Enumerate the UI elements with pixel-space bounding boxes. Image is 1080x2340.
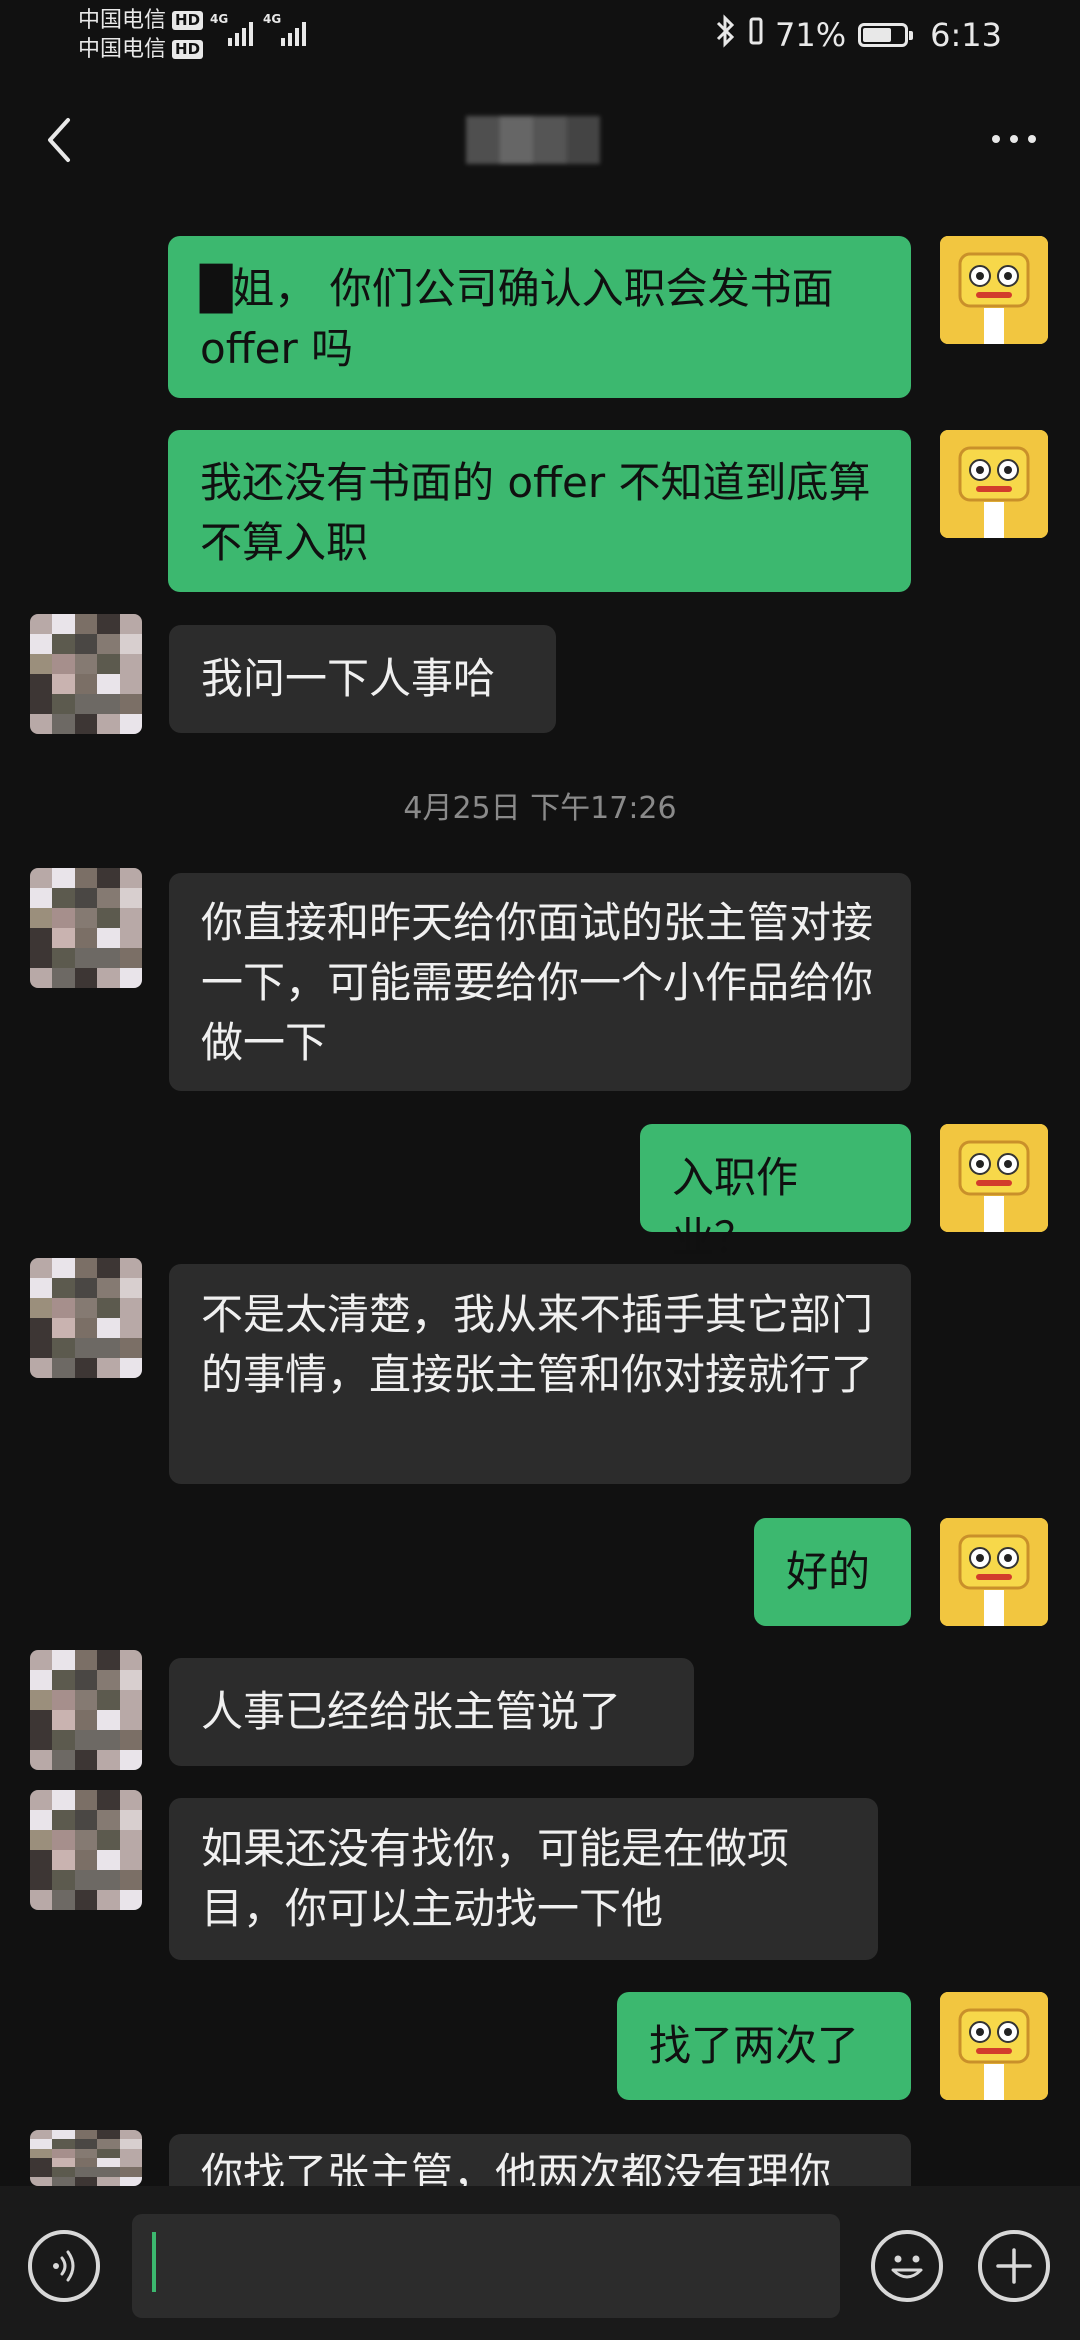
message-text: 不是太清楚，我从来不插手其它部门的事情，直接张主管和你对接就行了 (201, 1290, 874, 1399)
message-text: 找了两次了 (649, 2021, 860, 2070)
signal-1-icon: 4G (210, 12, 253, 46)
message-bubble-received[interactable]: 我问一下人事哈 (169, 625, 556, 733)
network-type-1: 4G (210, 12, 229, 26)
emoji-button[interactable] (871, 2230, 943, 2302)
more-dots-icon (992, 135, 1000, 143)
carrier-block: 中国电信 HD 中国电信 HD (78, 6, 204, 64)
voice-icon (53, 2250, 75, 2282)
message-text: 人事已经给张主管说了 (201, 1687, 622, 1736)
voice-button[interactable] (28, 2230, 100, 2302)
toy-avatar-icon (940, 1124, 1048, 1232)
message-bubble-sent[interactable]: 我还没有书面的 offer 不知道到底算不算入职 (168, 430, 911, 592)
signal-2-icon: 4G (263, 12, 306, 46)
hd-badge-2: HD (172, 40, 204, 59)
toy-avatar-icon (940, 1518, 1048, 1626)
message-bubble-sent[interactable]: 找了两次了 (617, 1992, 911, 2100)
message-timestamp: 4月25日 下午17:26 (403, 791, 677, 826)
contact-name-redacted (466, 116, 600, 164)
status-right: 71% 6:13 (715, 14, 1002, 56)
clock-time: 6:13 (930, 16, 1002, 54)
message-bubble-received[interactable]: 你找了张主管，他两次都没有理你 (169, 2134, 911, 2186)
chat-header (0, 90, 1080, 190)
my-avatar[interactable] (940, 1124, 1048, 1232)
message-text: 好的 (786, 1547, 871, 1596)
text-cursor (152, 2232, 156, 2292)
carrier-line-2: 中国电信 HD (78, 35, 204, 64)
message-text: 你直接和昨天给你面试的张主管对接一下，可能需要给你一个小作品给你做一下 (201, 898, 874, 1067)
battery-level (863, 28, 892, 42)
contact-avatar[interactable] (30, 614, 142, 734)
message-bubble-sent[interactable]: 入职作业？ (640, 1124, 911, 1262)
my-avatar[interactable] (940, 1518, 1048, 1626)
message-text: 入职作业？ (672, 1153, 799, 1262)
message-text: 你找了张主管，他两次都没有理你 (201, 2149, 832, 2186)
message-bubble-received[interactable]: 人事已经给张主管说了 (169, 1658, 694, 1766)
plus-icon (996, 2248, 1032, 2284)
status-bar: 中国电信 HD 中国电信 HD 4G 4G 71% 6:13 (0, 0, 1080, 72)
back-button[interactable] (34, 110, 84, 170)
toy-avatar-icon (940, 1992, 1048, 2100)
message-input[interactable] (132, 2214, 840, 2318)
carrier-1: 中国电信 (78, 8, 167, 33)
contact-avatar[interactable] (30, 1258, 142, 1378)
message-text: 如果还没有找你，可能是在做项目，你可以主动找一下他 (201, 1824, 790, 1933)
message-bubble-received[interactable]: 你直接和昨天给你面试的张主管对接一下，可能需要给你一个小作品给你做一下 (169, 873, 911, 1091)
my-avatar[interactable] (940, 236, 1048, 344)
chat-screen: 中国电信 HD 中国电信 HD 4G 4G 71% 6:13 █姐， 你们公司确… (0, 0, 1080, 2340)
toy-avatar-icon (940, 236, 1048, 344)
contact-avatar[interactable] (30, 1790, 142, 1910)
message-bubble-sent[interactable]: 好的 (754, 1518, 911, 1626)
emoji-icon (891, 2255, 923, 2279)
battery-percent: 71% (775, 16, 847, 54)
message-text: 我还没有书面的 offer 不知道到底算不算入职 (200, 458, 871, 567)
message-text: █姐， 你们公司确认入职会发书面 offer 吗 (200, 264, 834, 373)
contact-avatar[interactable] (30, 868, 142, 988)
message-bubble-sent[interactable]: █姐， 你们公司确认入职会发书面 offer 吗 (168, 236, 911, 398)
hd-badge-1: HD (172, 11, 204, 30)
message-text: 我问一下人事哈 (201, 654, 496, 703)
carrier-line-1: 中国电信 HD (78, 6, 204, 35)
more-options-button[interactable] (984, 124, 1044, 154)
message-bubble-received[interactable]: 不是太清楚，我从来不插手其它部门的事情，直接张主管和你对接就行了 (169, 1264, 911, 1484)
vibrate-battery-icon (749, 16, 763, 54)
network-type-2: 4G (263, 12, 282, 26)
toy-avatar-icon (940, 430, 1048, 538)
battery-icon (858, 23, 914, 47)
contact-avatar[interactable] (30, 2130, 142, 2186)
my-avatar[interactable] (940, 430, 1048, 538)
back-arrow-icon (48, 118, 70, 162)
plus-button[interactable] (978, 2230, 1050, 2302)
message-bubble-received[interactable]: 如果还没有找你，可能是在做项目，你可以主动找一下他 (169, 1798, 878, 1960)
bluetooth-icon (715, 14, 737, 56)
signal-indicators: 4G 4G (210, 12, 306, 46)
carrier-2: 中国电信 (78, 37, 167, 62)
input-bar (0, 2186, 1080, 2340)
my-avatar[interactable] (940, 1992, 1048, 2100)
contact-avatar[interactable] (30, 1650, 142, 1770)
